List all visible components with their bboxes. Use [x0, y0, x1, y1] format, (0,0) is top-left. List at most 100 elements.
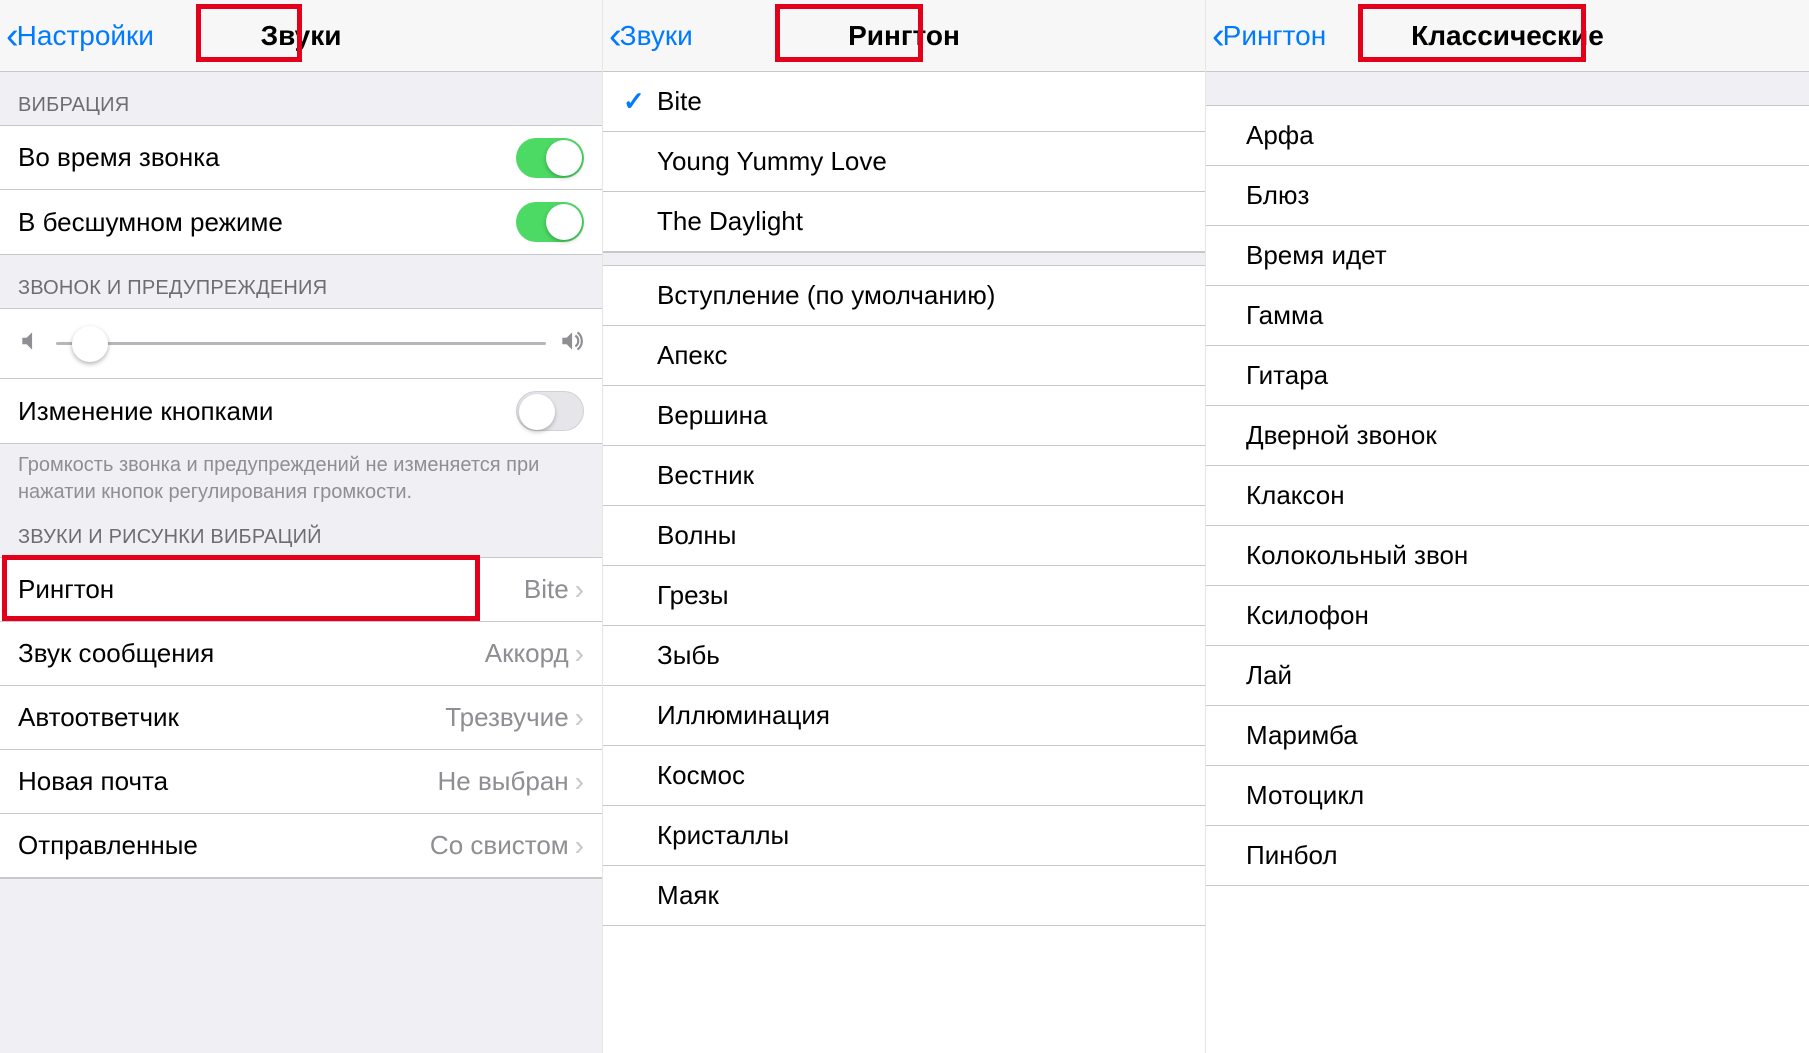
- row-vibrate-on-ring[interactable]: Во время звонка: [0, 126, 602, 190]
- back-button[interactable]: ‹ Настройки: [6, 0, 154, 71]
- list-item[interactable]: Young Yummy Love: [603, 132, 1205, 192]
- list-item-label: Время идет: [1246, 240, 1387, 271]
- list-item[interactable]: Клаксон: [1206, 466, 1809, 526]
- row-new-mail[interactable]: Новая почта Не выбран ›: [0, 750, 602, 814]
- row-text-tone[interactable]: Звук сообщения Аккорд ›: [0, 622, 602, 686]
- back-label: Рингтон: [1223, 20, 1327, 52]
- list-item-label: Дверной звонок: [1246, 420, 1437, 451]
- row-ringtone[interactable]: Рингтон Bite ›: [0, 558, 602, 622]
- list-item-label: Young Yummy Love: [657, 146, 887, 177]
- navbar: ‹ Настройки Звуки: [0, 0, 602, 72]
- page-title: Классические: [1411, 20, 1604, 52]
- list-item[interactable]: Лай: [1206, 646, 1809, 706]
- row-value: Аккорд: [485, 638, 569, 669]
- page-title: Рингтон: [848, 20, 960, 52]
- ringtone-custom-list: ✓Bite Young Yummy Love The Daylight: [603, 72, 1205, 252]
- list-item[interactable]: Пинбол: [1206, 826, 1809, 886]
- list-item-label: Кристаллы: [657, 820, 789, 851]
- row-label: Автоответчик: [18, 702, 445, 733]
- list-item-label: Мотоцикл: [1246, 780, 1364, 811]
- section-header-vibration: ВИБРАЦИЯ: [0, 72, 602, 125]
- list-item[interactable]: Вершина: [603, 386, 1205, 446]
- row-vibrate-on-silent[interactable]: В бесшумном режиме: [0, 190, 602, 254]
- row-label: Отправленные: [18, 830, 430, 861]
- list-item[interactable]: Время идет: [1206, 226, 1809, 286]
- navbar: ‹ Рингтон Классические: [1206, 0, 1809, 72]
- row-label: Изменение кнопками: [18, 396, 516, 427]
- list-item-label: Маяк: [657, 880, 719, 911]
- list-item-label: Блюз: [1246, 180, 1309, 211]
- section-footer-ringer: Громкость звонка и предупреждений не изм…: [0, 444, 602, 520]
- list-item[interactable]: Волны: [603, 506, 1205, 566]
- row-label: В бесшумном режиме: [18, 207, 516, 238]
- list-item[interactable]: Маяк: [603, 866, 1205, 926]
- row-value: Трезвучие: [445, 702, 568, 733]
- group-sound-patterns: Рингтон Bite › Звук сообщения Аккорд › А…: [0, 557, 602, 879]
- back-label: Звуки: [620, 20, 693, 52]
- speaker-low-icon: [18, 328, 44, 359]
- list-item[interactable]: Мотоцикл: [1206, 766, 1809, 826]
- list-item[interactable]: Кристаллы: [603, 806, 1205, 866]
- row-voicemail[interactable]: Автоответчик Трезвучие ›: [0, 686, 602, 750]
- list-item-label: Пинбол: [1246, 840, 1338, 871]
- list-item[interactable]: Гитара: [1206, 346, 1809, 406]
- list-item[interactable]: Дверной звонок: [1206, 406, 1809, 466]
- row-label: Во время звонка: [18, 142, 516, 173]
- list-item-label: Bite: [657, 86, 702, 117]
- list-item-label: Арфа: [1246, 120, 1314, 151]
- switch-change-with-buttons[interactable]: [516, 391, 584, 431]
- list-item[interactable]: Грезы: [603, 566, 1205, 626]
- section-header-ringer: ЗВОНОК И ПРЕДУПРЕЖДЕНИЯ: [0, 255, 602, 308]
- navbar: ‹ Звуки Рингтон: [603, 0, 1205, 72]
- chevron-right-icon: ›: [575, 640, 584, 668]
- checkmark-icon: ✓: [623, 86, 657, 117]
- list-top-gap: [1206, 72, 1809, 106]
- list-item-label: Грезы: [657, 580, 729, 611]
- group-ringer: Изменение кнопками: [0, 308, 602, 444]
- list-item[interactable]: Колокольный звон: [1206, 526, 1809, 586]
- list-item-label: Ксилофон: [1246, 600, 1369, 631]
- row-volume-slider[interactable]: [0, 309, 602, 379]
- list-item[interactable]: Гамма: [1206, 286, 1809, 346]
- switch-vibrate-on-ring[interactable]: [516, 138, 584, 178]
- ringtone-builtin-list: Вступление (по умолчанию)АпексВершина Вес…: [603, 266, 1205, 926]
- list-item[interactable]: Космос: [603, 746, 1205, 806]
- back-label: Настройки: [17, 20, 154, 52]
- row-sent-mail[interactable]: Отправленные Со свистом ›: [0, 814, 602, 878]
- list-item[interactable]: Вестник: [603, 446, 1205, 506]
- list-item[interactable]: Ксилофон: [1206, 586, 1809, 646]
- volume-slider-track[interactable]: [56, 342, 546, 345]
- speaker-high-icon: [558, 328, 584, 359]
- list-item-label: Гитара: [1246, 360, 1328, 391]
- page-title: Звуки: [261, 20, 342, 52]
- list-item-label: Маримба: [1246, 720, 1358, 751]
- row-change-with-buttons[interactable]: Изменение кнопками: [0, 379, 602, 443]
- row-label: Новая почта: [18, 766, 438, 797]
- list-item[interactable]: Вступление (по умолчанию): [603, 266, 1205, 326]
- switch-vibrate-on-silent[interactable]: [516, 202, 584, 242]
- list-item-label: Волны: [657, 520, 736, 551]
- volume-slider-thumb[interactable]: [72, 326, 108, 362]
- row-value: Не выбран: [438, 766, 569, 797]
- list-separator: [603, 252, 1205, 266]
- list-item[interactable]: Блюз: [1206, 166, 1809, 226]
- list-item-label: Лай: [1246, 660, 1292, 691]
- list-item-label: Гамма: [1246, 300, 1323, 331]
- back-button[interactable]: ‹ Звуки: [609, 0, 693, 71]
- list-item[interactable]: ✓Bite: [603, 72, 1205, 132]
- list-item-label: Зыбь: [657, 640, 720, 671]
- list-item[interactable]: Маримба: [1206, 706, 1809, 766]
- list-item[interactable]: The Daylight: [603, 192, 1205, 252]
- screen-classic: ‹ Рингтон Классические Арфа Блюз Время иде…: [1206, 0, 1809, 1053]
- group-vibration: Во время звонка В бесшумном режиме: [0, 125, 602, 255]
- list-item[interactable]: Апекс: [603, 326, 1205, 386]
- back-button[interactable]: ‹ Рингтон: [1212, 0, 1326, 71]
- list-item-label: Клаксон: [1246, 480, 1345, 511]
- classic-ringtone-list: Арфа Блюз Время идет Гамма Гитара Дверной зво…: [1206, 106, 1809, 886]
- screen-ringtone: ‹ Звуки Рингтон ✓Bite Young Yummy Love The…: [603, 0, 1206, 1053]
- row-label: Звук сообщения: [18, 638, 485, 669]
- list-item-label: Вестник: [657, 460, 754, 491]
- list-item[interactable]: Зыбь: [603, 626, 1205, 686]
- list-item[interactable]: Арфа: [1206, 106, 1809, 166]
- list-item[interactable]: Иллюминация: [603, 686, 1205, 746]
